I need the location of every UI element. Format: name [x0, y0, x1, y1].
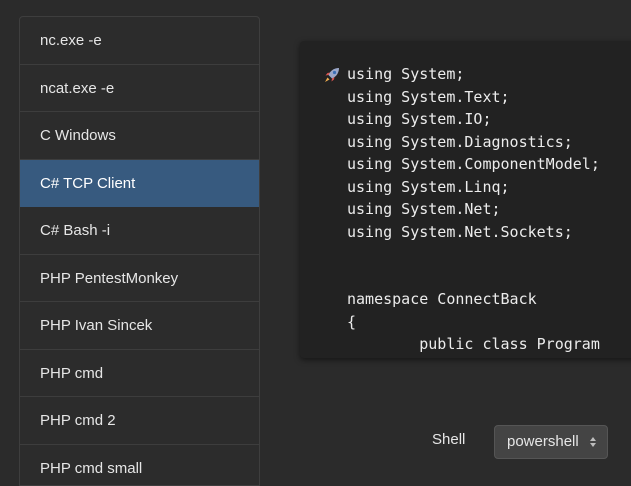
- payload-item-csharp-bash[interactable]: C# Bash -i: [20, 207, 259, 255]
- rocket-icon[interactable]: [324, 67, 340, 83]
- payload-item-nc-exe[interactable]: nc.exe -e: [20, 17, 259, 65]
- shell-select-value: powershell: [507, 433, 579, 450]
- sort-caret-icon: [589, 436, 597, 448]
- payload-item-ncat-exe[interactable]: ncat.exe -e: [20, 65, 259, 113]
- code-text[interactable]: using System; using System.Text; using S…: [347, 63, 600, 356]
- payload-item-php-cmd-2[interactable]: PHP cmd 2: [20, 397, 259, 445]
- shell-select[interactable]: powershell: [494, 425, 608, 459]
- payload-item-csharp-tcp-client[interactable]: C# TCP Client: [20, 160, 259, 208]
- payload-item-php-ivan-sincek[interactable]: PHP Ivan Sincek: [20, 302, 259, 350]
- payload-list: nc.exe -e ncat.exe -e C Windows C# TCP C…: [19, 16, 260, 486]
- payload-item-php-cmd[interactable]: PHP cmd: [20, 350, 259, 398]
- payload-item-c-windows[interactable]: C Windows: [20, 112, 259, 160]
- payload-item-php-pentestmonkey[interactable]: PHP PentestMonkey: [20, 255, 259, 303]
- code-panel[interactable]: using System; using System.Text; using S…: [300, 41, 631, 358]
- payload-item-php-cmd-small[interactable]: PHP cmd small: [20, 445, 259, 486]
- shell-label: Shell: [432, 431, 465, 448]
